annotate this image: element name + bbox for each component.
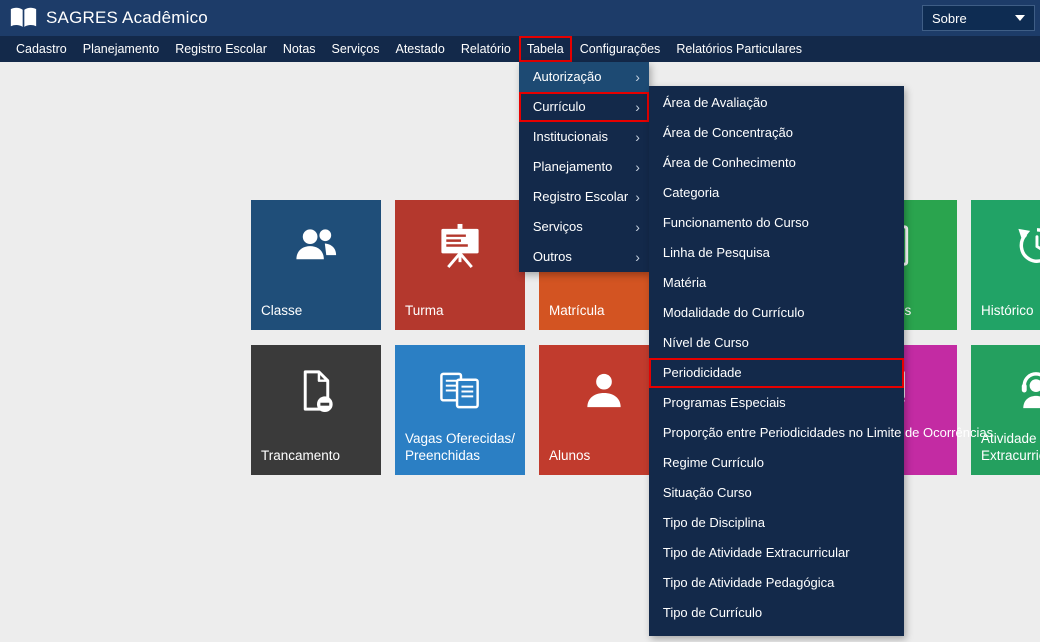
menu-item-servicos[interactable]: Serviços xyxy=(519,212,649,242)
tile-classe[interactable]: Classe xyxy=(251,200,381,330)
menu-tabela-label: Tabela xyxy=(527,42,564,56)
submenu-item-tipo-de-curriculo[interactable]: Tipo de Currículo xyxy=(649,598,904,628)
tile-label: Matrícula xyxy=(549,303,664,320)
menu-item-outros[interactable]: Outros xyxy=(519,242,649,272)
tile-label: Histórico xyxy=(981,303,1040,320)
about-dropdown[interactable]: Sobre xyxy=(922,5,1035,31)
menu-planejamento[interactable]: Planejamento xyxy=(75,36,167,62)
history-icon xyxy=(1013,222,1040,269)
submenu-item-area-de-conhecimento[interactable]: Área de Conhecimento xyxy=(649,148,904,178)
menu-registro-escolar[interactable]: Registro Escolar xyxy=(167,36,275,62)
tabela-dropdown-menu: Autorização Currículo Institucionais Pla… xyxy=(519,62,649,272)
submenu-item-materia[interactable]: Matéria xyxy=(649,268,904,298)
tile-atividade-extracurricular[interactable]: Atividade Extracurricular xyxy=(971,345,1040,475)
document-minus-icon xyxy=(293,367,340,414)
presentation-icon xyxy=(437,222,484,269)
people-icon xyxy=(293,222,340,269)
tile-vagas-oferecidas-preenchidas[interactable]: Vagas Oferecidas/ Preenchidas xyxy=(395,345,525,475)
submenu-item-funcionamento-do-curso[interactable]: Funcionamento do Curso xyxy=(649,208,904,238)
submenu-item-proporcao-entre-periodicidades[interactable]: Proporção entre Periodicidades no Limite… xyxy=(649,418,904,448)
submenu-item-regime-curriculo[interactable]: Regime Currículo xyxy=(649,448,904,478)
about-dropdown-label: Sobre xyxy=(932,11,967,26)
submenu-item-situacao-curso[interactable]: Situação Curso xyxy=(649,478,904,508)
menu-tabela[interactable]: Tabela Autorização Currículo Institucion… xyxy=(519,36,572,62)
tile-label: Trancamento xyxy=(261,448,376,465)
submenu-item-area-de-concentracao[interactable]: Área de Concentração xyxy=(649,118,904,148)
chevron-down-icon xyxy=(1015,15,1025,21)
curriculo-submenu: Área de Avaliação Área de Concentração Á… xyxy=(649,86,904,636)
menu-servicos[interactable]: Serviços xyxy=(324,36,388,62)
menu-configuracoes[interactable]: Configurações xyxy=(572,36,669,62)
menubar: Cadastro Planejamento Registro Escolar N… xyxy=(0,36,1040,62)
submenu-item-tipo-de-atividade-pedagogica[interactable]: Tipo de Atividade Pedagógica xyxy=(649,568,904,598)
menu-item-autorizacao[interactable]: Autorização xyxy=(519,62,649,92)
menu-item-curriculo[interactable]: Currículo xyxy=(519,92,649,122)
menu-relatorio[interactable]: Relatório xyxy=(453,36,519,62)
submenu-item-periodicidade[interactable]: Periodicidade xyxy=(649,358,904,388)
submenu-item-linha-de-pesquisa[interactable]: Linha de Pesquisa xyxy=(649,238,904,268)
tile-label: Classe xyxy=(261,303,376,320)
menu-atestado[interactable]: Atestado xyxy=(387,36,452,62)
tile-trancamento[interactable]: Trancamento xyxy=(251,345,381,475)
app-title: SAGRES Acadêmico xyxy=(46,8,208,28)
app-header: SAGRES Acadêmico Sobre xyxy=(0,0,1040,36)
tile-label: Turma xyxy=(405,303,520,320)
headset-icon xyxy=(1013,367,1040,414)
submenu-item-tipo-de-disciplina[interactable]: Tipo de Disciplina xyxy=(649,508,904,538)
app-logo-book-icon xyxy=(10,6,37,30)
menu-item-registro-escolar[interactable]: Registro Escolar xyxy=(519,182,649,212)
menu-notas[interactable]: Notas xyxy=(275,36,324,62)
person-icon xyxy=(581,367,628,414)
tile-label: es xyxy=(897,303,952,320)
menu-item-planejamento[interactable]: Planejamento xyxy=(519,152,649,182)
submenu-item-area-de-avaliacao[interactable]: Área de Avaliação xyxy=(649,88,904,118)
tile-turma[interactable]: Turma xyxy=(395,200,525,330)
menu-relatorios-particulares[interactable]: Relatórios Particulares xyxy=(668,36,810,62)
tile-label: Alunos xyxy=(549,448,664,465)
submenu-item-nivel-de-curso[interactable]: Nível de Curso xyxy=(649,328,904,358)
tile-label: Vagas Oferecidas/ Preenchidas xyxy=(405,431,520,465)
menu-cadastro[interactable]: Cadastro xyxy=(8,36,75,62)
submenu-item-tipo-de-atividade-extracurricular[interactable]: Tipo de Atividade Extracurricular xyxy=(649,538,904,568)
menu-item-institucionais[interactable]: Institucionais xyxy=(519,122,649,152)
submenu-item-programas-especiais[interactable]: Programas Especiais xyxy=(649,388,904,418)
documents-icon xyxy=(437,367,484,414)
tile-historico[interactable]: Histórico xyxy=(971,200,1040,330)
submenu-item-categoria[interactable]: Categoria xyxy=(649,178,904,208)
submenu-item-modalidade-do-curriculo[interactable]: Modalidade do Currículo xyxy=(649,298,904,328)
